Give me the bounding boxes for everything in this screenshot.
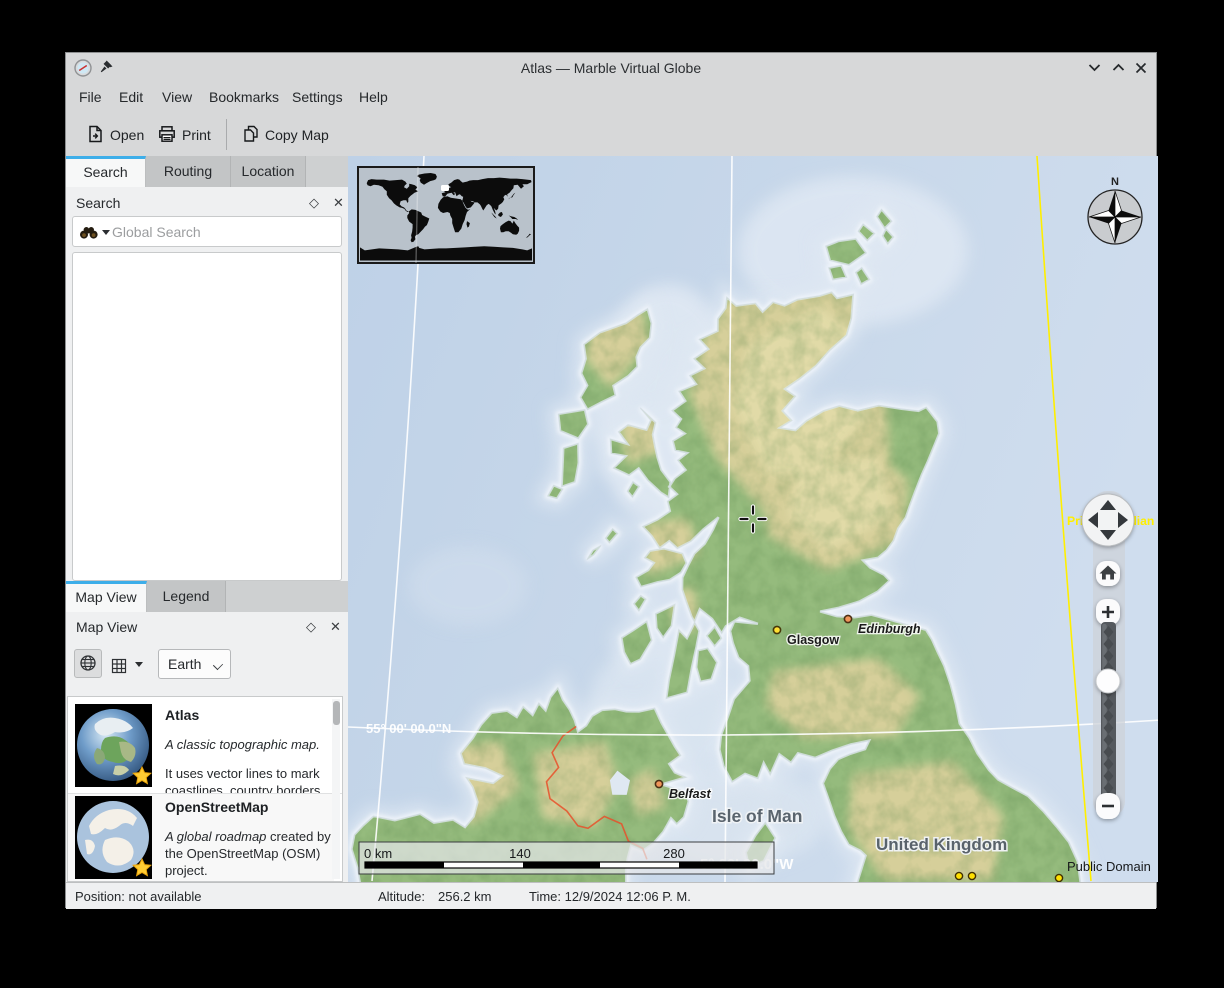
- svg-text:55° 00' 00.0"N: 55° 00' 00.0"N: [366, 721, 451, 736]
- svg-text:United Kingdom: United Kingdom: [876, 835, 1007, 854]
- svg-text:0 km: 0 km: [364, 846, 392, 861]
- svg-text:Glasgow: Glasgow: [787, 633, 839, 647]
- svg-text:280: 280: [663, 846, 685, 861]
- svg-text:Belfast: Belfast: [669, 787, 712, 801]
- svg-text:Edinburgh: Edinburgh: [858, 622, 921, 636]
- svg-text:Isle of Man: Isle of Man: [712, 806, 802, 826]
- svg-text:Public Domain: Public Domain: [1067, 859, 1151, 874]
- svg-text:140: 140: [509, 846, 531, 861]
- svg-text:N: N: [1111, 176, 1119, 188]
